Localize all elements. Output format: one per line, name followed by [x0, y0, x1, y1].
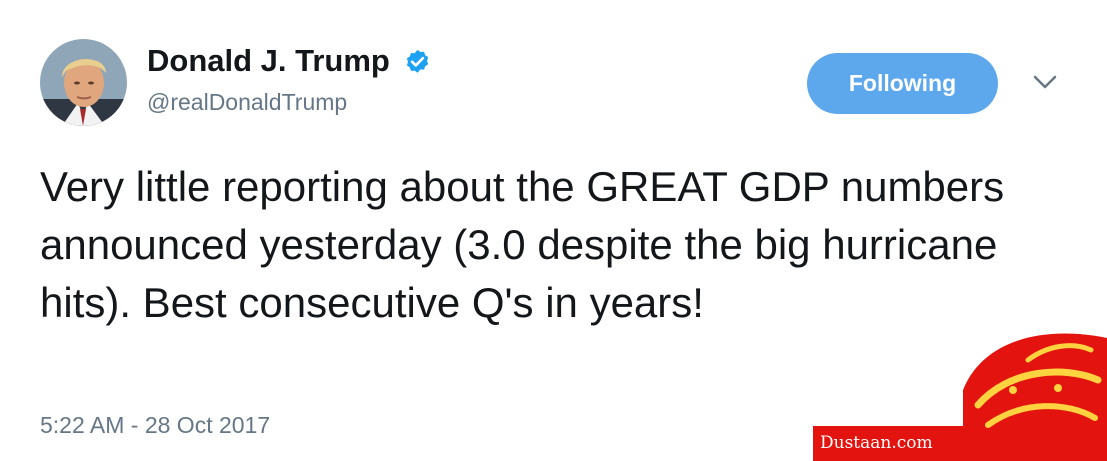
- tweet-timestamp[interactable]: 5:22 AM - 28 Oct 2017: [40, 412, 270, 439]
- avatar[interactable]: [40, 39, 127, 126]
- author-name[interactable]: Donald J. Trump: [147, 43, 390, 79]
- verified-badge-icon: [406, 49, 429, 73]
- tweet-text: Very little reporting about the GREAT GD…: [40, 163, 1005, 326]
- author-handle[interactable]: @realDonaldTrump: [147, 89, 347, 116]
- tweet-card: Donald J. Trump @realDonaldTrump Followi…: [0, 0, 1107, 461]
- watermark-site: Dustaan.com: [820, 433, 933, 453]
- chevron-down-icon[interactable]: [1030, 70, 1060, 94]
- following-button[interactable]: Following: [807, 53, 998, 114]
